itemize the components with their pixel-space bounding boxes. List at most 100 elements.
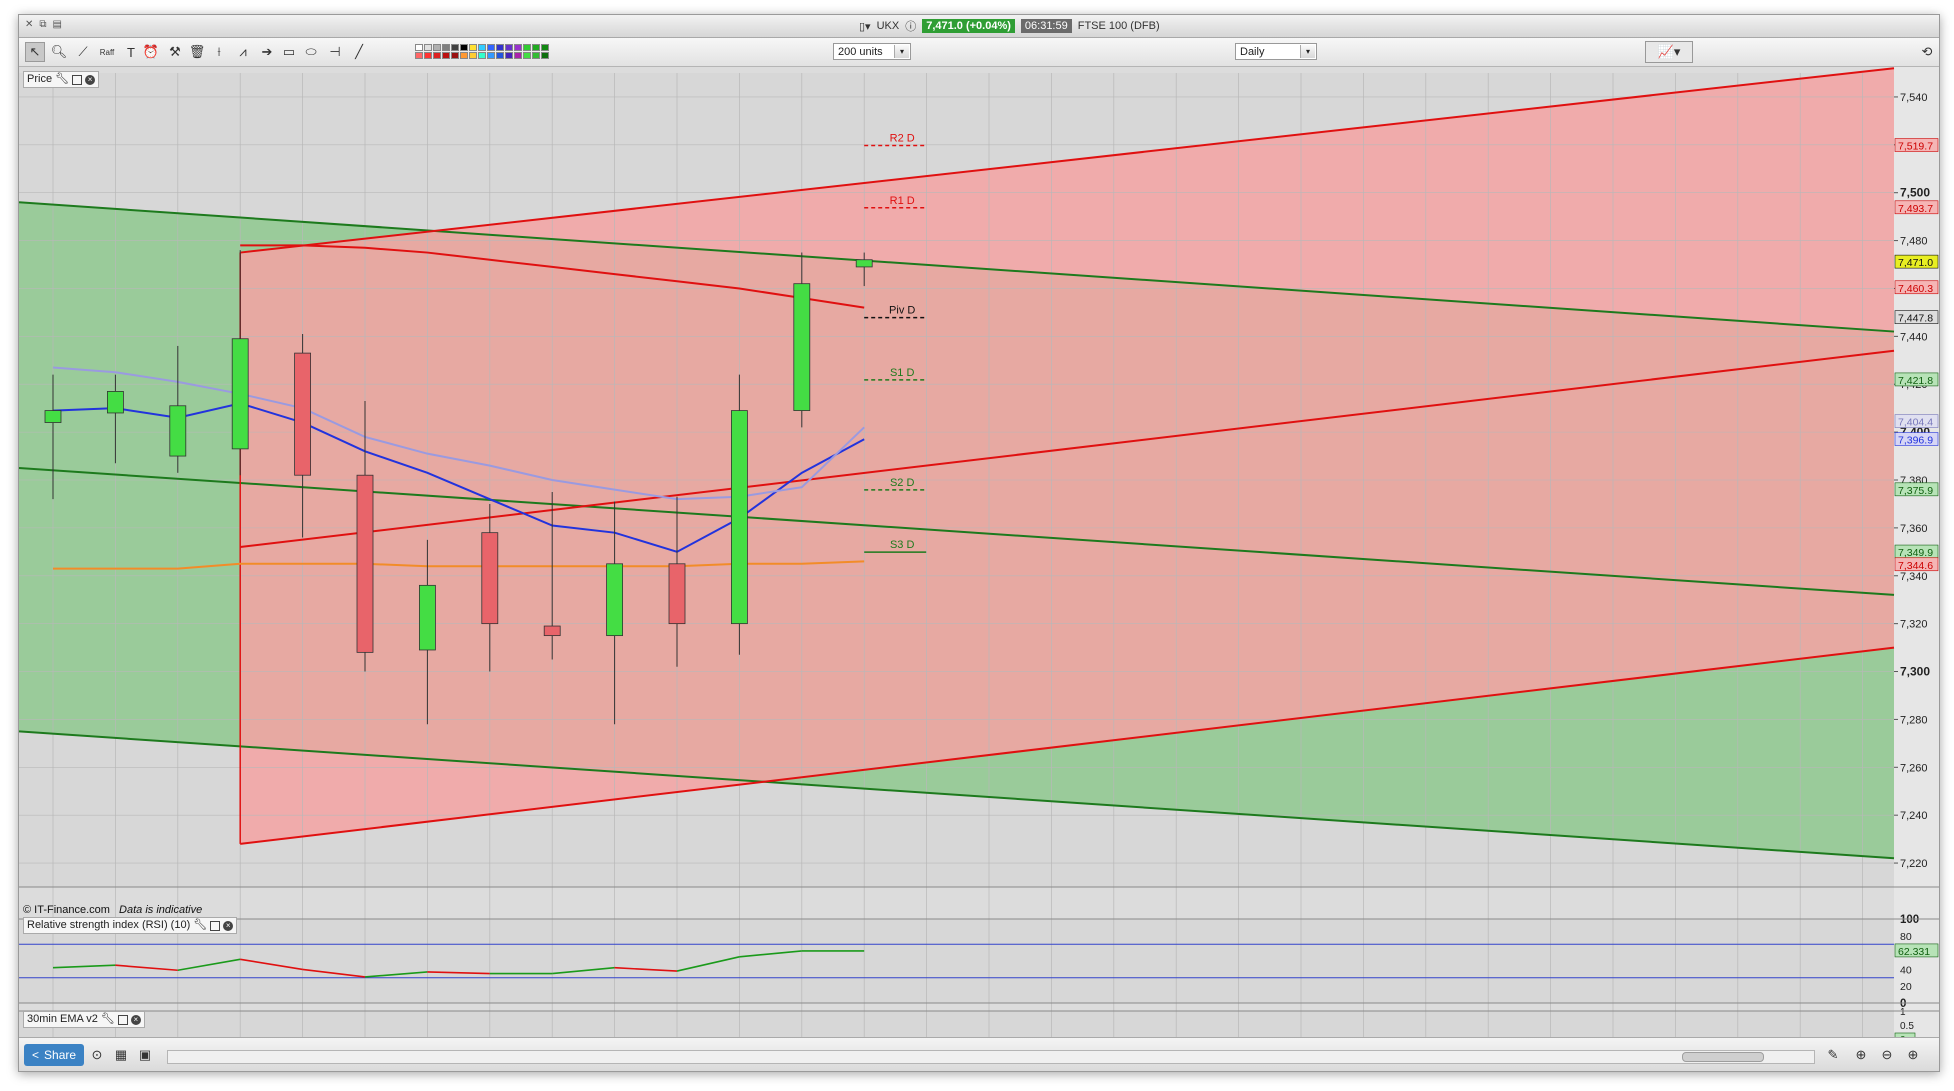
calculator-icon[interactable]: ▦ (113, 1047, 129, 1063)
price-tag-label: 7,349.9 (1898, 547, 1933, 559)
price-badge: 7,471.0 (+0.04%) (922, 19, 1015, 33)
pivot-label: S3 D (890, 539, 915, 551)
candle-body (855, 259, 873, 268)
wrench-icon[interactable]: 🔧︎ (193, 918, 207, 933)
copyright-note: © IT-Finance.com Data is indicative (23, 904, 202, 916)
price-tag-label: 7,421.8 (1898, 375, 1933, 387)
y-tick-label: 7,340 (1900, 571, 1928, 583)
rsi-tick-label: 20 (1900, 981, 1912, 993)
y-tick-label: 7,300 (1900, 665, 1930, 679)
share-button[interactable]: < Share (24, 1044, 85, 1066)
zoom-out-icon[interactable]: ⊖ (1879, 1047, 1895, 1063)
draw-icon[interactable]: ✎ (1825, 1047, 1841, 1063)
candle-body (231, 338, 249, 450)
wrench-icon[interactable]: 🔧︎ (101, 1012, 115, 1027)
color-swatches[interactable] (415, 44, 549, 59)
scrollbar-thumb[interactable] (1682, 1052, 1764, 1062)
rectangle-tool-icon[interactable]: ▭ (279, 42, 299, 62)
menu-icon[interactable]: ▤ (53, 19, 62, 30)
close-window-icon[interactable]: ✕ (25, 19, 33, 30)
trend-tool-icon[interactable]: ⟋ (73, 42, 93, 62)
zoom-in-icon[interactable]: ⊕ (1905, 1047, 1921, 1063)
share-icon: < (32, 1048, 40, 1062)
fib-icon[interactable]: ⩘ (233, 42, 253, 62)
price-label-text: Price (27, 73, 53, 85)
units-select[interactable]: 200 units ▾ (833, 43, 911, 60)
price-tag-label: 7,493.7 (1898, 203, 1933, 215)
pointer-icon[interactable]: ↖ (25, 42, 45, 62)
phone-icon[interactable]: ▯▾ (859, 20, 871, 33)
close-panel-icon[interactable]: × (130, 1014, 141, 1025)
maximize-icon[interactable] (72, 74, 83, 85)
raff-icon[interactable]: Raff (97, 42, 117, 62)
y-tick-label: 7,260 (1900, 762, 1928, 774)
candle-body (44, 410, 62, 423)
candle-body (731, 410, 748, 625)
rsi-tick-label: 40 (1900, 964, 1912, 976)
ellipse-tool-icon[interactable]: ⬭ (301, 42, 321, 62)
wrench-icon[interactable]: 🔧︎ (55, 72, 69, 87)
maximize-icon[interactable] (117, 1014, 128, 1025)
chart-settings-icon[interactable]: ▣ (137, 1047, 153, 1063)
restore-window-icon[interactable]: ⧉ (39, 19, 46, 30)
y-tick-label: 7,220 (1900, 858, 1928, 870)
y-tick-label: 7,240 (1900, 810, 1928, 822)
pivot-label: S1 D (890, 367, 915, 379)
indicator-menu-icon[interactable]: 📈▾ (1645, 41, 1693, 63)
close-panel-icon[interactable]: × (85, 74, 96, 85)
ruler-icon[interactable]: ⊙ (89, 1047, 105, 1063)
time-stamp: 06:31:59 (1020, 19, 1072, 33)
candle-body (543, 625, 561, 637)
price-tag-label: 7,404.4 (1898, 417, 1933, 429)
pen-icon[interactable]: ╱ (349, 42, 369, 62)
info-icon[interactable]: ⓘ (905, 18, 916, 34)
horizontal-line-icon[interactable]: ⊣ (325, 42, 345, 62)
timeframe-select[interactable]: Daily ▾ (1235, 43, 1317, 60)
instrument-header: ▯▾ UKX ⓘ 7,471.0 (+0.04%) 06:31:59 FTSE … (859, 18, 1160, 34)
price-tag-label: 7,344.6 (1898, 560, 1933, 572)
market-name: FTSE 100 (DFB) (1077, 20, 1160, 32)
candle-body (793, 283, 811, 411)
candle-body (294, 352, 312, 476)
zoom-fit-icon[interactable]: ⊕ (1853, 1047, 1869, 1063)
refresh-icon[interactable]: ⟲ (1917, 42, 1937, 62)
hammer-icon[interactable]: ⚒ (165, 42, 185, 62)
y-tick-label: 7,540 (1900, 92, 1928, 104)
y-tick-label: 7,360 (1900, 523, 1928, 535)
chevron-down-icon: ▾ (894, 45, 909, 58)
drawing-toolbar: ↖ 🔍︎ ⟋ Raff T ⏰ ⚒ 🗑 ⟊ ⩘ ➔ ▭ ⬭ ⊣ ╱ 200 un… (19, 38, 1939, 67)
price-tag-label: 7,471.0 (1898, 257, 1933, 269)
raff-label: Raff (99, 47, 115, 57)
price-tag-label: 7,519.7 (1898, 141, 1933, 153)
zoom-icon[interactable]: 🔍︎ (49, 42, 69, 62)
chart-svg[interactable]: R2 D R1 D Piv D S1 D S2 D S3 D 7,220 7,240 7,260… (18, 67, 1939, 1085)
trash-icon[interactable]: 🗑 (187, 42, 207, 62)
units-value: 200 units (838, 46, 883, 58)
y-tick-label: 7,440 (1900, 331, 1928, 343)
candle-body (107, 391, 124, 414)
rsi-value-label: 62.331 (1898, 946, 1930, 958)
chart-area[interactable]: R2 D R1 D Piv D S1 D S2 D S3 D 7,220 7,240 7,260… (18, 67, 1939, 1085)
horizontal-scrollbar[interactable] (167, 1050, 1815, 1064)
y-tick-label: 7,500 (1900, 186, 1930, 200)
y-tick-label: 7,320 (1900, 619, 1928, 631)
pivot-label: R2 D (890, 133, 915, 145)
rsi-label-text: Relative strength index (RSI) (10) (27, 919, 191, 931)
close-panel-icon[interactable]: × (223, 920, 234, 931)
ema-tick-label: 0.5 (1900, 1021, 1914, 1032)
alarm-icon[interactable]: ⏰ (141, 42, 161, 62)
instrument-code: UKX (876, 20, 900, 32)
ema-tick-label: 1 (1900, 1007, 1906, 1018)
arrow-tool-icon[interactable]: ➔ (257, 42, 277, 62)
y-tick-label: 7,480 (1900, 236, 1928, 248)
share-label: Share (44, 1048, 77, 1062)
timeframe-value: Daily (1240, 46, 1265, 58)
maximize-icon[interactable] (210, 920, 221, 931)
line-tool-icon[interactable]: ⟊ (209, 42, 229, 62)
copyright-text: © IT-Finance.com (23, 904, 110, 916)
rsi-tick-label: 80 (1900, 931, 1912, 943)
text-tool-icon[interactable]: T (121, 42, 141, 62)
window-controls[interactable]: ✕ ⧉ ▤ (25, 19, 62, 30)
price-tag-label: 7,396.9 (1898, 435, 1933, 447)
price-tag-label: 7,375.9 (1898, 485, 1933, 497)
